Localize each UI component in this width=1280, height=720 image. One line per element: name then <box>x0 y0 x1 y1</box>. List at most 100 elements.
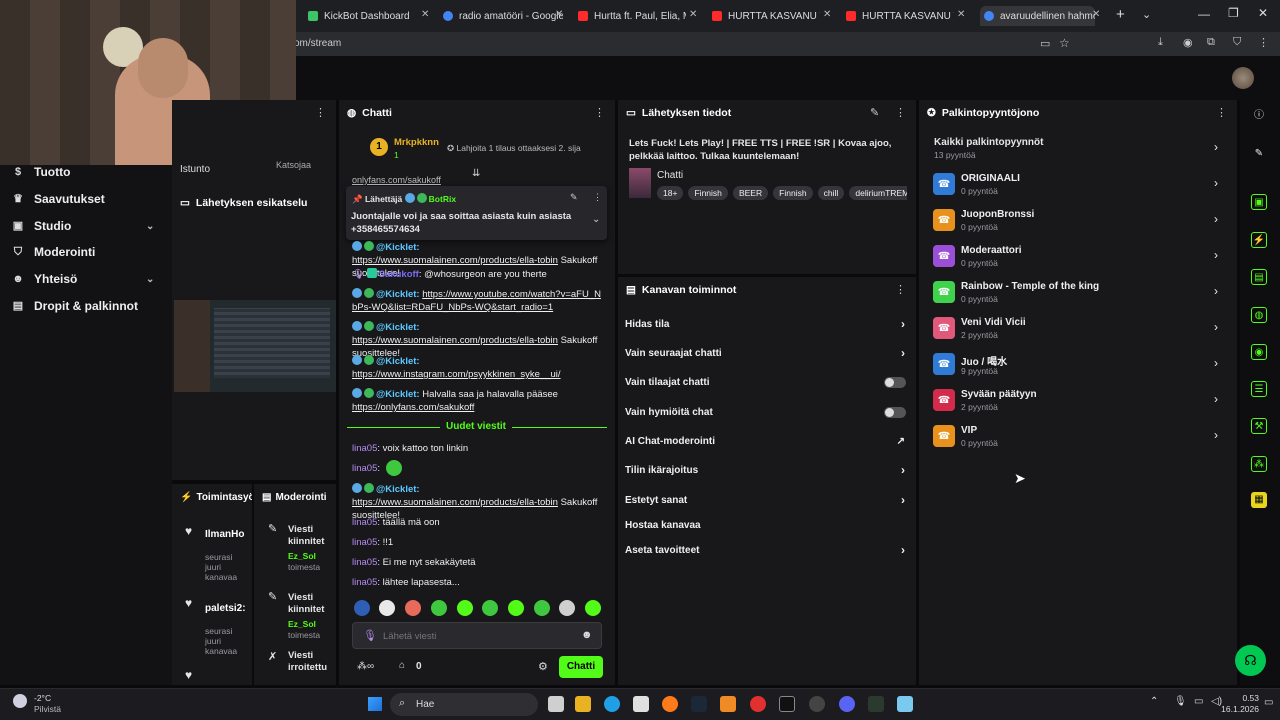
emoji-icon[interactable]: ☻ <box>581 629 593 641</box>
layout-icon[interactable]: ☰ <box>1251 381 1267 397</box>
emote-icon[interactable] <box>405 600 421 616</box>
file-explorer-icon[interactable] <box>575 696 591 712</box>
opera-icon[interactable] <box>750 696 766 712</box>
display-icon[interactable]: ▭ <box>1194 696 1203 707</box>
download-icon[interactable]: ⤓ <box>1158 36 1163 49</box>
browser-tab-active[interactable]: avaruudellinen hahmotus - <box>980 6 1095 26</box>
edge-browser-icon[interactable] <box>604 696 620 712</box>
sidebar-item-studio[interactable]: ▣ Studio ⌄ <box>12 219 172 233</box>
profile-icon[interactable]: ◉ <box>1183 36 1193 49</box>
chat-bubble-icon[interactable]: ◍ <box>1251 307 1267 323</box>
browser-tab[interactable]: radio amatööri - Google-h <box>443 6 563 26</box>
channel-points-icon[interactable]: ⁂∞ <box>357 661 374 672</box>
broadcast-icon[interactable]: ◉ <box>1251 344 1267 360</box>
sidebar-item-moderointi[interactable]: ⛉ Moderointi <box>12 245 95 259</box>
tag-chip[interactable]: 18+ <box>657 186 684 200</box>
new-tab-button[interactable]: + <box>1116 6 1125 23</box>
close-tab-icon[interactable]: ✕ <box>1092 9 1100 20</box>
action-host-channel[interactable]: Hostaa kanavaa <box>625 515 910 535</box>
info-icon[interactable]: ⓘ <box>1251 108 1267 124</box>
task-view-icon[interactable] <box>548 696 564 712</box>
app-icon[interactable] <box>868 696 884 712</box>
bookmark-star-icon[interactable]: ☆ <box>1059 36 1070 50</box>
more-options-icon[interactable]: ⋮ <box>895 283 906 296</box>
steam-icon[interactable] <box>691 696 707 712</box>
gifter-name[interactable]: Mrkpkknn <box>394 137 439 148</box>
action-emotes-only[interactable]: Vain hymiöitä chat <box>625 402 910 422</box>
category-label[interactable]: Chatti <box>657 170 683 181</box>
action-set-goals[interactable]: Aseta tavoitteet › <box>625 540 910 560</box>
tag-chip[interactable]: Finnish <box>688 186 728 200</box>
edit-pencil-icon[interactable]: ✎ <box>870 106 879 119</box>
tag-chip[interactable]: chill <box>817 186 845 200</box>
firefox-icon[interactable] <box>662 696 678 712</box>
tray-chevron-icon[interactable]: ⌃ <box>1150 696 1158 707</box>
close-tab-icon[interactable]: ✕ <box>689 9 697 20</box>
store-app-icon[interactable] <box>633 696 649 712</box>
tag-chip[interactable]: Finnish <box>773 186 813 200</box>
taskbar-search[interactable]: ⌕ Hae <box>390 693 538 716</box>
avatar[interactable] <box>1232 67 1254 89</box>
clock-date[interactable]: 16.1.2026 <box>1207 704 1259 714</box>
tab-list-icon[interactable]: ⌄ <box>1142 8 1151 21</box>
install-icon[interactable]: ▭ <box>1040 37 1050 50</box>
action-age-restriction[interactable]: Tilin ikärajoitus › <box>625 460 910 480</box>
sidebar-item-yhteiso[interactable]: ☻ Yhteisö ⌄ <box>12 272 172 286</box>
windows-start-icon[interactable] <box>368 697 382 711</box>
reward-item[interactable]: ☎ Juo / 喝水 9 pyyntöä › <box>933 351 1223 383</box>
close-tab-icon[interactable]: ✕ <box>823 9 831 20</box>
collapse-icon[interactable]: ⇊ <box>472 168 480 179</box>
action-subscribers-only[interactable]: Vain tilaajat chatti <box>625 372 910 392</box>
toggle-switch[interactable] <box>884 406 906 418</box>
sidebar-item-dropit[interactable]: ▤ Dropit & palkinnot <box>12 299 138 313</box>
document-icon[interactable]: ▤ <box>1251 269 1267 285</box>
action-blocked-words[interactable]: Estetyt sanat › <box>625 490 910 510</box>
reward-item[interactable]: ☎ JuoponBronssi 0 pyyntöä › <box>933 207 1223 239</box>
close-tab-icon[interactable]: ✕ <box>957 9 965 20</box>
emote-icon[interactable] <box>431 600 447 616</box>
action-followers-only[interactable]: Vain seuraajat chatti › <box>625 343 910 363</box>
browser-menu-icon[interactable]: ⋮ <box>1258 36 1269 49</box>
emote-icon[interactable] <box>508 600 524 616</box>
chevron-down-icon[interactable]: ⌄ <box>592 214 600 225</box>
browser-tab[interactable]: HURTTA KASVANU VÄHÄN <box>846 6 954 26</box>
notification-icon[interactable]: ▭ <box>1264 697 1273 708</box>
clapper-icon[interactable]: ▦ <box>1251 492 1267 508</box>
more-options-icon[interactable]: ⋮ <box>1216 106 1227 119</box>
settings-gear-icon[interactable]: ⚙ <box>538 660 548 673</box>
maximize-icon[interactable]: ❐ <box>1228 6 1239 20</box>
shield-icon[interactable]: ⛉ <box>1233 36 1241 49</box>
browser-tab[interactable]: KickBot Dashboard <box>308 6 428 26</box>
reward-item[interactable]: ☎ ORIGINAALI 0 pyyntöä › <box>933 171 1223 203</box>
extensions-icon[interactable]: ⧉ <box>1207 36 1215 49</box>
notepad-icon[interactable] <box>897 696 913 712</box>
toggle-switch[interactable] <box>884 376 906 388</box>
emote-icon[interactable] <box>482 600 498 616</box>
address-bar[interactable]: om/stream ▭ ☆ ⤓ ◉ ⧉ ⛉ ⋮ <box>290 32 1280 56</box>
tag-chip[interactable]: BEER <box>732 186 769 200</box>
camera-icon[interactable]: ▣ <box>1251 194 1267 210</box>
send-chat-button[interactable]: Chatti <box>559 656 603 678</box>
chat-input[interactable]: 🎙 ☻ <box>352 622 602 649</box>
obs-icon[interactable] <box>809 696 825 712</box>
emote-icon[interactable] <box>379 600 395 616</box>
all-rewards-item[interactable]: Kaikki palkintopyynnöt 13 pyyntöä › <box>933 135 1223 167</box>
edit-pencil-icon[interactable]: ✎ <box>1251 146 1267 162</box>
sidebar-item-saavutukset[interactable]: ♛ Saavutukset <box>12 192 105 206</box>
emote-icon[interactable] <box>559 600 575 616</box>
reward-item[interactable]: ☎ Moderaattori 0 pyyntöä › <box>933 243 1223 275</box>
reward-item[interactable]: ☎ Syvään päätyyn 2 pyyntöä › <box>933 387 1223 419</box>
reward-item[interactable]: ☎ Rainbow - Temple of the king 0 pyyntöä › <box>933 279 1223 311</box>
sidebar-item-tuotto[interactable]: $ Tuotto <box>12 165 70 179</box>
support-headset-icon[interactable]: ☊ <box>1235 645 1266 676</box>
more-options-icon[interactable]: ⋮ <box>315 106 326 119</box>
close-tab-icon[interactable]: ✕ <box>421 9 429 20</box>
action-slow-mode[interactable]: Hidas tila › <box>625 314 910 334</box>
action-ai-moderation[interactable]: AI Chat-moderointi ↗ <box>625 431 910 451</box>
close-window-icon[interactable]: ✕ <box>1258 6 1268 20</box>
browser-tab[interactable]: HURTTA KASVANU VÄHÄN <box>712 6 820 26</box>
reward-item[interactable]: ☎ VIP 0 pyyntöä › <box>933 423 1223 455</box>
vlc-icon[interactable] <box>720 696 736 712</box>
minimize-icon[interactable]: — <box>1198 7 1210 21</box>
emote-icon[interactable] <box>585 600 601 616</box>
